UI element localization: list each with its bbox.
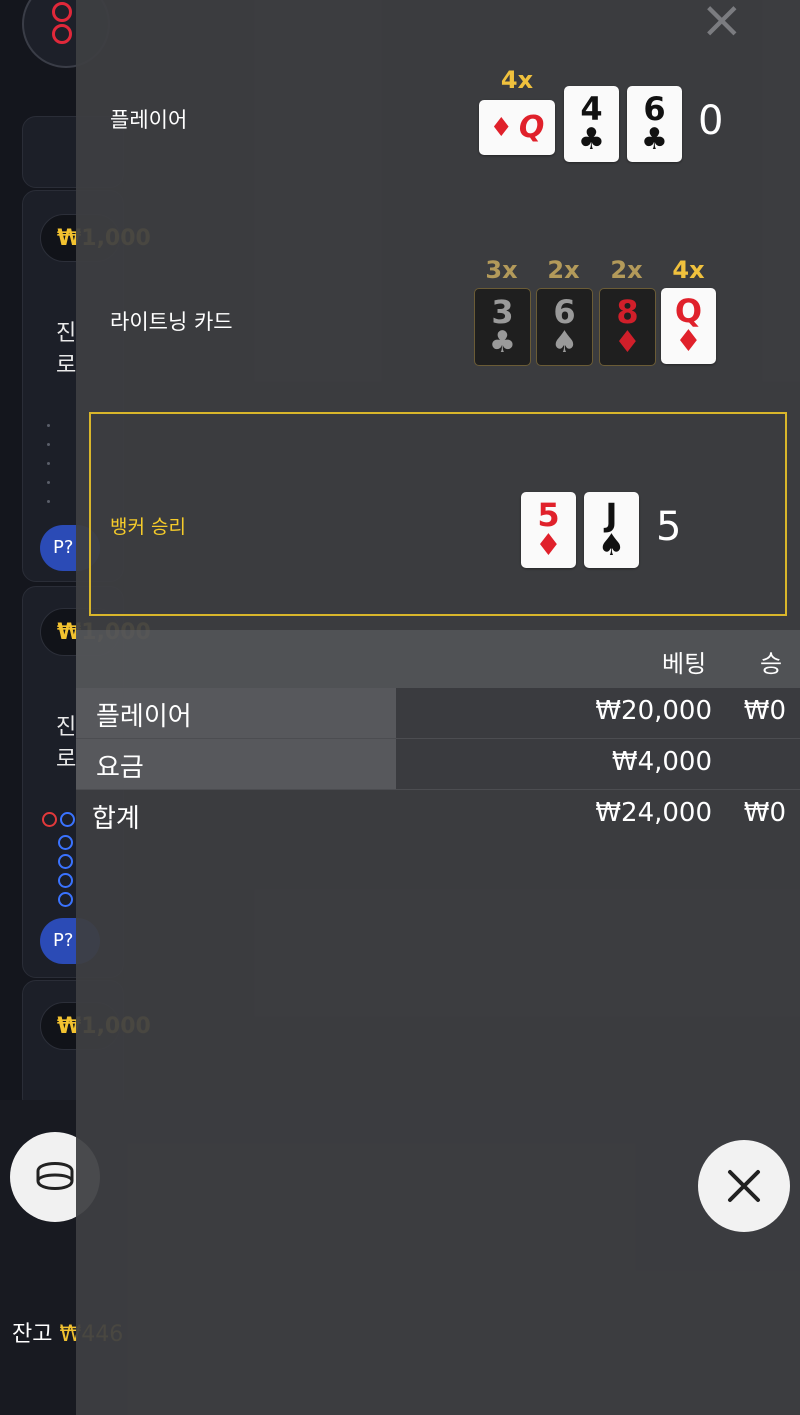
balance-label: 잔고 [12,1322,53,1347]
logo-icon [52,2,74,44]
player-card-2-suit: ♣ [578,122,605,157]
bet-row-bet: ₩4,000 [611,747,712,777]
close-top-icon[interactable]: × [700,0,760,46]
total-label: 합계 [92,804,140,834]
banker-card-2: J ♠ [584,492,639,568]
banker-score: 5 [656,504,682,550]
bg-desc-2b: 로 [56,747,77,772]
bet-row-label: 요금 [96,753,144,783]
banker-card-1-rank: 5 [537,496,560,534]
bg-desc-1b: 로 [56,353,77,378]
bg-bead-road [42,812,76,911]
player-multiplier: 4x [500,66,534,94]
bet-row-bet: ₩20,000 [595,696,712,726]
lightning-label: 라이트닝 카드 [110,310,233,334]
bet-row-fee: 요금 ₩4,000 [76,739,800,790]
banker-card-2-suit: ♠ [598,528,625,563]
banker-card-1: 5 ♦ [521,492,576,568]
banker-card-1-suit: ♦ [535,528,562,563]
lightning-card-3: 8 ♦ [599,288,656,366]
player-card-3-suit: ♣ [641,122,668,157]
total-bet: ₩24,000 [595,798,712,828]
bet-table-header: 베팅 승 [76,630,800,688]
lightning-mult-4: 4x [672,256,705,284]
banker-win-label: 뱅커 승리 [110,516,186,538]
lightning-card-1-rank: 3 [491,293,514,331]
lightning-card-4-suit: ♦ [675,324,702,359]
banker-win-highlight [89,412,787,616]
player-card-3-rank: 6 [643,90,666,128]
lightning-card-3-suit: ♦ [614,325,641,360]
lightning-mult-2: 2x [547,256,580,284]
player-card-2: 4 ♣ [564,86,619,162]
lightning-card-3-rank: 8 [616,293,639,331]
close-button[interactable] [698,1140,790,1232]
lightning-card-2-suit: ♠ [551,325,578,360]
bg-roadmap-dots [44,424,74,519]
player-card-1-suit: ♦ [489,112,513,143]
banker-card-2-rank: J [605,496,618,534]
close-icon [728,1170,760,1202]
bet-row-label: 플레이어 [96,702,192,732]
bg-desc-2a: 진 [56,715,77,740]
lightning-card-1-suit: ♣ [489,325,516,360]
lightning-card-2-rank: 6 [553,293,576,331]
player-label: 플레이어 [110,108,188,132]
bg-desc-1a: 진 [56,321,77,346]
lightning-card-2: 6 ♠ [536,288,593,366]
lightning-mult-3: 2x [610,256,643,284]
bet-total-row: 합계 ₩24,000 ₩0 [76,790,800,844]
lightning-card-1: 3 ♣ [474,288,531,366]
baccarat-table-icon [36,1162,74,1190]
player-card-1-rank: Q [518,109,545,145]
bet-summary-table: 베팅 승 플레이어 ₩20,000 ₩0 요금 ₩4,000 합계 ₩24,00… [76,630,800,844]
lightning-mult-1: 3x [485,256,518,284]
player-card-3: 6 ♣ [627,86,682,162]
header-win: 승 [760,650,783,678]
lightning-card-4: Q ♦ [661,288,716,364]
header-bet: 베팅 [662,650,707,678]
bet-row-player: 플레이어 ₩20,000 ₩0 [76,688,800,739]
total-win: ₩0 [743,798,786,828]
player-score: 0 [698,98,724,144]
lightning-card-4-rank: Q [674,292,703,330]
player-card-2-rank: 4 [580,90,603,128]
player-card-1: ♦ Q [479,100,555,155]
bet-row-win: ₩0 [743,696,786,726]
